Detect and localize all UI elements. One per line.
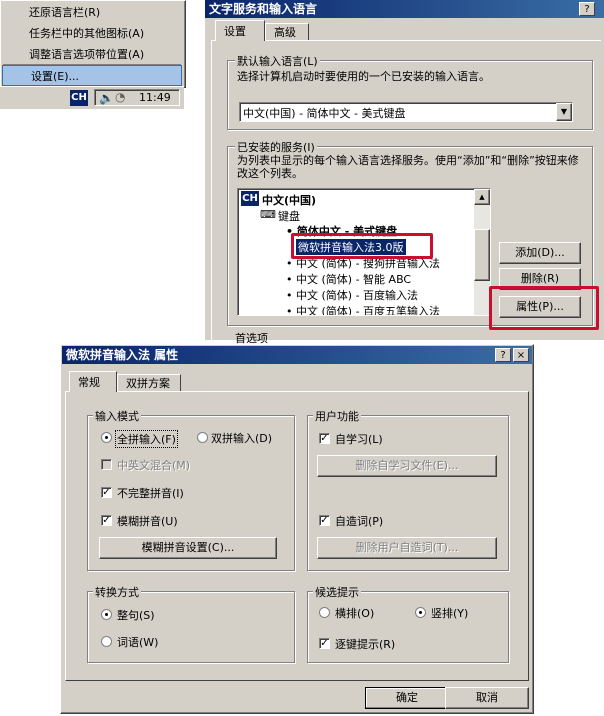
- full-pinyin-label[interactable]: 全拼输入(F): [115, 430, 178, 448]
- user-words-label[interactable]: 自造词(P): [335, 513, 383, 529]
- network-icon[interactable]: ◔: [115, 90, 125, 104]
- stepwise-checkbox[interactable]: ✓: [319, 638, 330, 649]
- delete-learn-file-button[interactable]: 删除自学习文件(E)...: [317, 455, 497, 477]
- double-pinyin-radio[interactable]: [197, 432, 208, 443]
- delete-user-words-button[interactable]: 删除用户自造词(T)...: [317, 537, 497, 559]
- user-words-checkbox[interactable]: ✓: [319, 515, 330, 526]
- lang-badge: CH: [241, 191, 259, 206]
- tab-general[interactable]: 常规: [69, 371, 117, 392]
- language-bar-context-menu: 还原语言栏(R) 任务栏中的其他图标(A) 调整语言选项带位置(A) 设置(E)…: [0, 0, 186, 88]
- ime-titlebar: 微软拼音输入法 属性: [62, 346, 532, 364]
- stepwise-label[interactable]: 逐键提示(R): [335, 636, 395, 652]
- user-function-label: 用户功能: [313, 408, 361, 424]
- incomplete-pinyin-checkbox[interactable]: ✓: [101, 487, 112, 498]
- incomplete-pinyin-label[interactable]: 不完整拼音(I): [117, 485, 184, 501]
- conversion-label: 转换方式: [93, 584, 141, 600]
- ime-close-button[interactable]: ×: [513, 348, 529, 362]
- fuzzy-pinyin-label[interactable]: 模糊拼音(U): [117, 513, 178, 529]
- help-button[interactable]: ?: [579, 2, 595, 16]
- menu-item-settings[interactable]: 设置(E)...: [2, 65, 182, 86]
- self-learn-checkbox[interactable]: ✓: [319, 433, 330, 444]
- highlight-properties-button: [489, 286, 599, 330]
- vertical-radio[interactable]: [415, 607, 426, 618]
- tree-lang-name[interactable]: 中文(中国): [262, 192, 316, 208]
- sentence-radio[interactable]: [101, 609, 112, 620]
- tree-scrollbar[interactable]: ▲: [474, 189, 490, 315]
- default-language-value: 中文(中国) - 简体中文 - 美式键盘: [243, 107, 406, 120]
- ime-help-button[interactable]: ?: [495, 348, 511, 362]
- scroll-up-icon[interactable]: ▲: [474, 189, 490, 205]
- service-item[interactable]: • 中文 (简体) - 百度输入法: [286, 287, 418, 303]
- text-services-title: 文字服务和输入语言: [209, 2, 318, 16]
- clock: 11:49: [139, 91, 171, 104]
- self-learn-label[interactable]: 自学习(L): [335, 431, 383, 447]
- default-language-desc: 选择计算机启动时要使用的一个已安装的输入语言。: [237, 70, 490, 83]
- speaker-icon[interactable]: 🔈: [99, 91, 114, 105]
- horizontal-radio[interactable]: [319, 607, 330, 618]
- ok-button[interactable]: 确定: [365, 687, 449, 709]
- installed-services-desc: 为列表中显示的每个输入语言选择服务。使用“添加”和“删除”按钮来修改这个列表。: [237, 154, 579, 180]
- language-indicator[interactable]: CH: [70, 90, 88, 106]
- candidate-group: [307, 591, 509, 663]
- vertical-label[interactable]: 竖排(Y): [431, 605, 468, 621]
- menu-item-adjust-position[interactable]: 调整语言选项带位置(A): [1, 44, 183, 65]
- text-services-titlebar: 文字服务和输入语言: [205, 0, 604, 18]
- chevron-down-icon[interactable]: ▼: [556, 103, 572, 121]
- mixed-checkbox[interactable]: [101, 459, 112, 470]
- sentence-label[interactable]: 整句(S): [117, 607, 155, 623]
- candidate-label: 候选提示: [313, 584, 361, 600]
- cancel-button[interactable]: 取消: [445, 687, 529, 709]
- taskbar-tray: CH 🔈 ◔ 11:49: [0, 86, 184, 109]
- tab-settings[interactable]: 设置: [215, 20, 265, 41]
- default-language-select[interactable]: 中文(中国) - 简体中文 - 美式键盘 ▼: [239, 102, 573, 122]
- tab-double-pinyin[interactable]: 双拼方案: [117, 374, 181, 392]
- add-button[interactable]: 添加(D)...: [499, 242, 581, 264]
- installed-services-label: 已安装的服务(I): [235, 139, 317, 155]
- default-language-label: 默认输入语言(L): [235, 53, 320, 69]
- horizontal-label[interactable]: 横排(O): [335, 605, 374, 621]
- menu-item-taskbar-icons[interactable]: 任务栏中的其他图标(A): [1, 23, 183, 44]
- input-mode-label: 输入模式: [93, 408, 141, 424]
- service-item[interactable]: • 中文 (简体) - 智能 ABC: [286, 271, 411, 287]
- ime-properties-dialog: 微软拼音输入法 属性 ? × 常规 双拼方案 输入模式 全拼输入(F) 双拼输入…: [60, 344, 534, 714]
- highlight-selected-service: [291, 233, 433, 259]
- menu-item-restore-langbar[interactable]: 还原语言栏(R): [1, 2, 183, 23]
- tree-keyboard[interactable]: 键盘: [278, 208, 300, 224]
- tab-advanced[interactable]: 高级: [265, 23, 309, 41]
- text-services-dialog: 文字服务和输入语言 ? 设置 高级 默认输入语言(L) 选择计算机启动时要使用的…: [204, 0, 604, 345]
- keyboard-icon: ⌨: [260, 208, 276, 221]
- tray-area: 🔈 ◔ 11:49: [94, 89, 180, 106]
- service-item[interactable]: • 中文 (简体) - 百度五笔输入法: [286, 303, 440, 315]
- conversion-group: [87, 591, 295, 663]
- fuzzy-settings-button[interactable]: 模糊拼音设置(C)...: [99, 537, 277, 559]
- word-label[interactable]: 词语(W): [117, 634, 158, 650]
- word-radio[interactable]: [101, 636, 112, 647]
- fuzzy-pinyin-checkbox[interactable]: ✓: [101, 515, 112, 526]
- double-pinyin-label[interactable]: 双拼输入(D): [211, 430, 272, 446]
- full-pinyin-radio[interactable]: [101, 432, 112, 443]
- scroll-thumb[interactable]: [474, 229, 490, 281]
- mixed-label[interactable]: 中英文混合(M): [117, 457, 190, 473]
- ime-title: 微软拼音输入法 属性: [66, 348, 179, 362]
